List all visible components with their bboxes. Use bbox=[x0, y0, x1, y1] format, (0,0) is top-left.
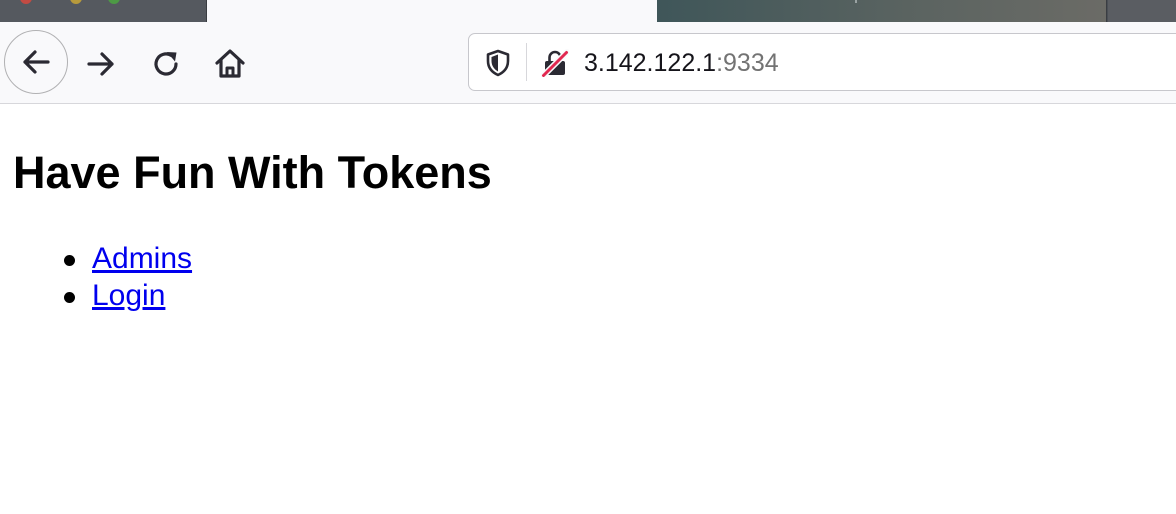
tab-previous[interactable] bbox=[0, 0, 207, 22]
home-icon bbox=[215, 49, 245, 78]
window-minimize-dot[interactable] bbox=[70, 0, 82, 4]
address-bar-url[interactable]: 3.142.122.1:9334 bbox=[584, 34, 779, 92]
shield-icon[interactable] bbox=[485, 49, 511, 77]
login-link[interactable]: Login bbox=[92, 279, 165, 312]
list-item: Admins bbox=[64, 240, 192, 277]
tab-next-mark bbox=[855, 0, 857, 3]
window-zoom-dot[interactable] bbox=[108, 0, 120, 4]
link-list: Admins Login bbox=[13, 240, 192, 314]
home-button[interactable] bbox=[208, 42, 252, 86]
bullet-marker bbox=[64, 292, 75, 303]
tab-strip bbox=[0, 0, 1176, 22]
admins-link[interactable]: Admins bbox=[92, 242, 192, 275]
page-title: Have Fun With Tokens bbox=[13, 147, 492, 198]
list-item: Login bbox=[64, 277, 192, 314]
back-button[interactable] bbox=[4, 30, 68, 94]
tab-next[interactable] bbox=[657, 0, 1107, 22]
bullet-marker bbox=[64, 255, 75, 266]
url-port: :9334 bbox=[716, 49, 779, 77]
tab-last[interactable] bbox=[1108, 0, 1176, 22]
insecure-lock-icon[interactable] bbox=[541, 49, 569, 77]
arrow-right-icon bbox=[87, 52, 114, 76]
address-bar[interactable]: 3.142.122.1:9334 bbox=[468, 33, 1176, 91]
forward-button[interactable] bbox=[80, 42, 124, 86]
navigation-toolbar: 3.142.122.1:9334 bbox=[0, 22, 1176, 104]
address-bar-separator bbox=[526, 43, 527, 81]
url-host: 3.142.122.1 bbox=[584, 49, 717, 77]
arrow-left-icon bbox=[23, 50, 50, 74]
tab-active[interactable] bbox=[207, 0, 657, 22]
reload-icon bbox=[154, 52, 178, 76]
reload-button[interactable] bbox=[144, 42, 188, 86]
window-close-dot[interactable] bbox=[20, 0, 32, 4]
